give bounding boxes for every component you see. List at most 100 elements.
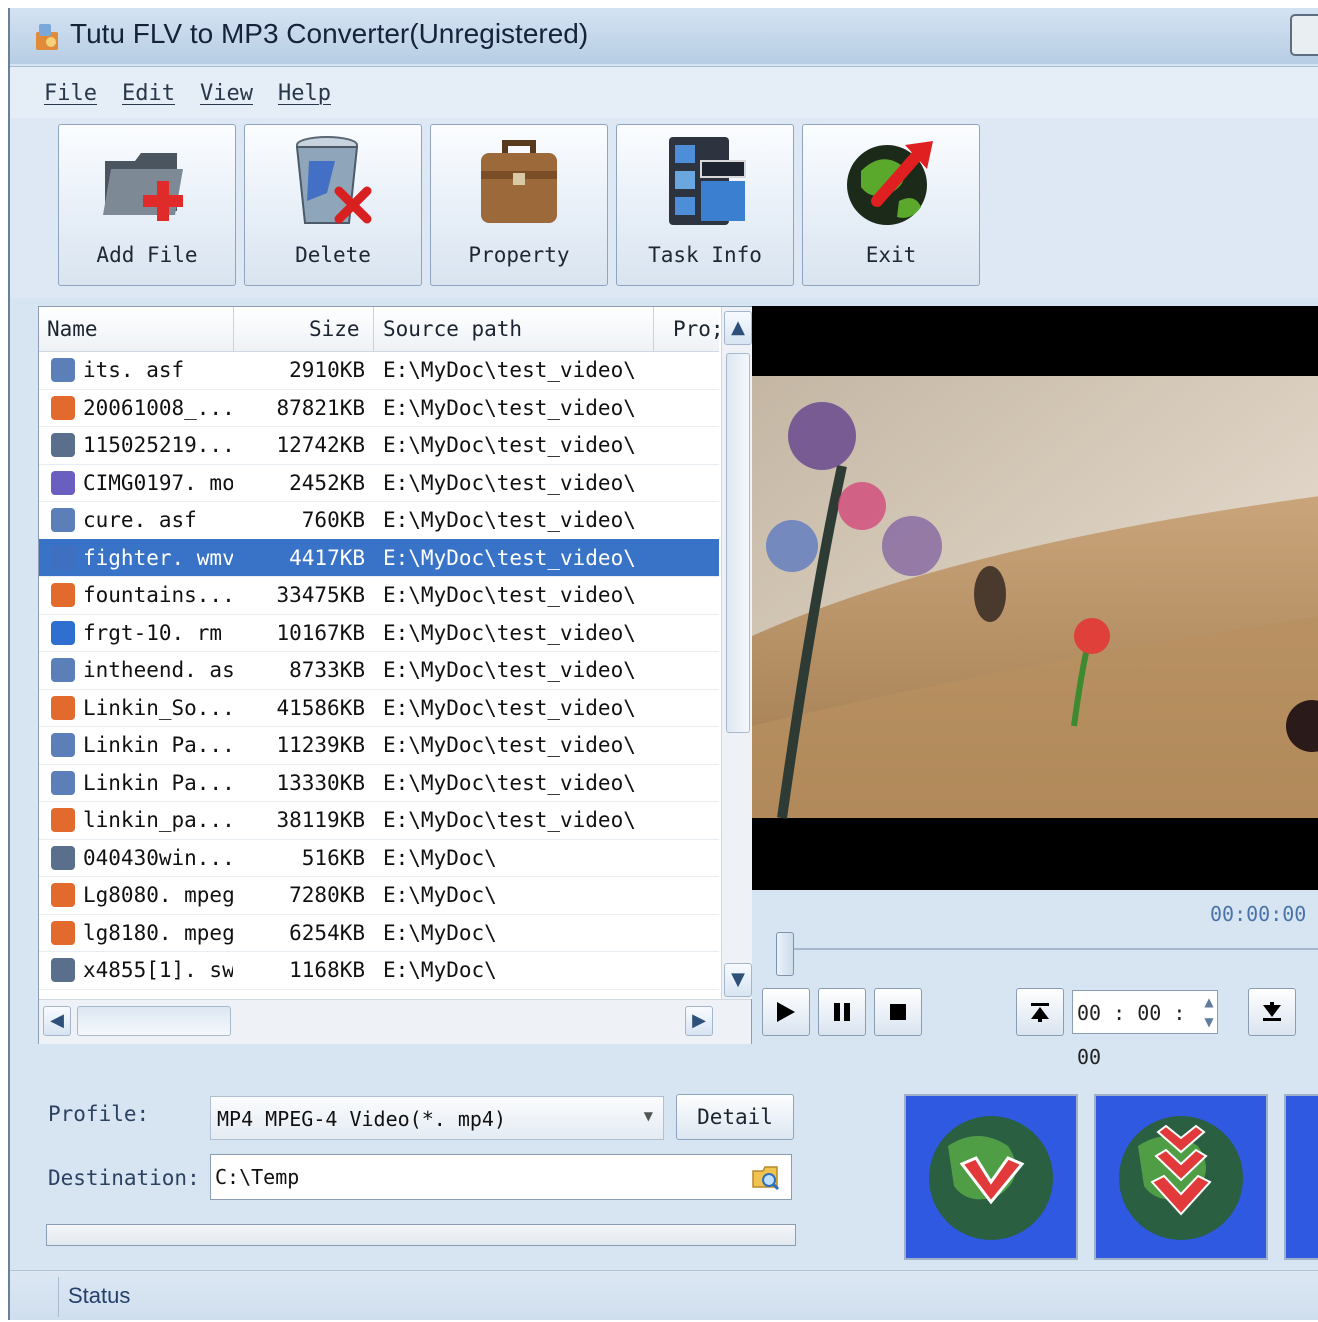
browse-folder-icon[interactable] <box>751 1163 781 1191</box>
file-row[interactable]: CIMG0197. mov 2452KB E:\MyDoc\test_video\ <box>39 464 719 502</box>
menu-file[interactable]: File <box>44 81 97 106</box>
vertical-scrollbar[interactable]: ▲ ▼ <box>721 307 752 999</box>
restore-button[interactable] <box>1290 14 1318 56</box>
file-size-cell: 4417KB <box>289 545 365 570</box>
source-path-cell: E:\MyDoc\test_video\ <box>383 658 636 682</box>
file-row[interactable]: frgt-10. rm 10167KB E:\MyDoc\test_video\ <box>39 614 719 652</box>
file-size-cell: 10167KB <box>276 620 365 645</box>
mov-file-icon <box>51 470 75 495</box>
file-list-rows: its. asf 2910KB E:\MyDoc\test_video\ 200610… <box>39 351 719 999</box>
menu-view[interactable]: View <box>200 81 253 106</box>
file-row[interactable]: Linkin Pa... 13330KB E:\MyDoc\test_video\ <box>39 764 719 802</box>
task-info-button[interactable]: Task Info <box>616 124 794 286</box>
scroll-right-button[interactable]: ▶ <box>685 1006 713 1036</box>
wmv-file-icon <box>51 545 75 570</box>
file-row[interactable]: intheend. asf 8733KB E:\MyDoc\test_video\ <box>39 651 719 690</box>
play-button[interactable] <box>762 988 810 1036</box>
file-row[interactable]: fountains... 33475KB E:\MyDoc\test_video\ <box>39 576 719 615</box>
scroll-down-button[interactable]: ▼ <box>724 963 752 997</box>
file-row[interactable]: its. asf 2910KB E:\MyDoc\test_video\ <box>39 351 719 390</box>
property-icon <box>481 140 557 223</box>
extra-convert-button[interactable] <box>1284 1094 1318 1260</box>
horizontal-scrollbar[interactable]: ◀ ▶ <box>39 999 751 1044</box>
set-start-button[interactable] <box>1016 988 1064 1036</box>
source-path-cell: E:\MyDoc\test_video\ <box>383 583 636 607</box>
title-bar[interactable]: Tutu FLV to MP3 Converter(Unregistered) <box>10 8 1318 64</box>
delete-button[interactable]: Delete <box>244 124 422 286</box>
file-name-cell: 115025219... <box>83 433 233 457</box>
source-path-cell: E:\MyDoc\ <box>383 845 497 870</box>
column-progress[interactable]: Pro; <box>673 317 724 341</box>
source-path-cell: E:\MyDoc\test_video\ <box>383 433 636 457</box>
delete-label: Delete <box>295 243 371 267</box>
property-label: Property <box>468 243 570 267</box>
scroll-up-button[interactable]: ▲ <box>724 311 752 345</box>
file-row[interactable]: lg8180. mpeg 6254KB E:\MyDoc\ <box>39 914 719 952</box>
file-row[interactable]: linkin_pa... 38119KB E:\MyDoc\test_video\ <box>39 801 719 840</box>
seek-track[interactable] <box>780 948 1318 950</box>
pause-icon <box>834 1003 850 1021</box>
source-path-cell: E:\MyDoc\test_video\ <box>383 770 636 795</box>
source-path-cell: E:\MyDoc\ <box>383 958 497 982</box>
exit-label: Exit <box>865 243 917 267</box>
play-icon <box>777 1002 795 1022</box>
time-spinner[interactable]: ▲ ▼ <box>1200 992 1218 1032</box>
pause-button[interactable] <box>818 988 866 1036</box>
quicktime-file-icon <box>51 845 75 870</box>
task-info-icon <box>669 137 746 225</box>
playback-time: 00:00:00 <box>1210 902 1307 926</box>
column-source-path[interactable]: Source path <box>383 317 522 341</box>
add-file-icon <box>103 153 183 221</box>
horizontal-scroll-thumb[interactable] <box>77 1006 231 1036</box>
file-name-cell: Linkin_So... <box>83 695 233 720</box>
source-path-cell: E:\MyDoc\test_video\ <box>383 695 636 720</box>
file-name-cell: Linkin Pa... <box>83 770 233 795</box>
source-path-cell: E:\MyDoc\ <box>383 920 497 945</box>
stop-button[interactable] <box>874 988 922 1036</box>
file-row[interactable]: Lg8080. mpeg 7280KB E:\MyDoc\ <box>39 876 719 915</box>
batch-convert-button[interactable] <box>1094 1094 1268 1260</box>
dropdown-arrow-icon: ▼ <box>643 1109 653 1123</box>
asf-file-icon <box>51 658 75 682</box>
file-size-cell: 6254KB <box>289 920 365 945</box>
add-file-button[interactable]: Add File <box>58 124 236 286</box>
avi-file-icon <box>51 395 75 420</box>
file-row[interactable]: fighter. wmv 4417KB E:\MyDoc\test_video\ <box>39 538 719 577</box>
scroll-left-button[interactable]: ◀ <box>43 1006 71 1036</box>
status-text: Status <box>68 1283 131 1308</box>
exit-button[interactable]: Exit <box>802 124 980 286</box>
seek-slider-thumb[interactable] <box>776 932 794 976</box>
file-row[interactable]: 115025219... 12742KB E:\MyDoc\test_video\ <box>39 426 719 465</box>
file-size-cell: 1168KB <box>289 958 365 982</box>
file-size-cell: 13330KB <box>276 770 365 795</box>
file-name-cell: fighter. wmv <box>83 545 233 570</box>
file-size-cell: 41586KB <box>276 695 365 720</box>
property-button[interactable]: Property <box>430 124 608 286</box>
file-row[interactable]: x4855[1]. swf 1168KB E:\MyDoc\ <box>39 951 719 990</box>
set-end-button[interactable] <box>1248 988 1296 1036</box>
menu-edit[interactable]: Edit <box>122 81 175 106</box>
window-title: Tutu FLV to MP3 Converter(Unregistered) <box>70 18 589 49</box>
file-row[interactable]: Linkin Pa... 11239KB E:\MyDoc\test_video\ <box>39 726 719 765</box>
file-list[interactable]: Name Size Source path Pro; its. asf 2910K… <box>38 306 752 1044</box>
file-row[interactable]: cure. asf 760KB E:\MyDoc\test_video\ <box>39 501 719 540</box>
time-input[interactable]: 00 : 00 : 00 <box>1072 990 1218 1069</box>
vertical-scroll-thumb[interactable] <box>726 353 750 733</box>
column-name[interactable]: Name <box>47 317 98 341</box>
source-path-cell: E:\MyDoc\test_video\ <box>383 358 636 382</box>
profile-select[interactable]: MP4 MPEG-4 Video(*. mp4) ▼ <box>210 1096 664 1140</box>
file-size-cell: 38119KB <box>276 808 365 832</box>
convert-button[interactable] <box>904 1094 1078 1260</box>
file-size-cell: 2452KB <box>289 470 365 495</box>
file-row[interactable]: 040430win... 516KB E:\MyDoc\ <box>39 839 719 877</box>
destination-field[interactable]: C:\Temp <box>210 1154 792 1200</box>
file-row[interactable]: Linkin_So... 41586KB E:\MyDoc\test_video\ <box>39 689 719 727</box>
profile-label: Profile: <box>48 1102 150 1126</box>
set-end-icon <box>1263 1002 1281 1021</box>
mpeg-file-icon <box>51 883 75 907</box>
menu-help[interactable]: Help <box>278 81 331 106</box>
detail-button[interactable]: Detail <box>676 1094 794 1140</box>
column-size[interactable]: Size <box>309 317 360 341</box>
video-frame <box>752 306 1318 890</box>
file-row[interactable]: 20061008_... 87821KB E:\MyDoc\test_video\ <box>39 389 719 427</box>
